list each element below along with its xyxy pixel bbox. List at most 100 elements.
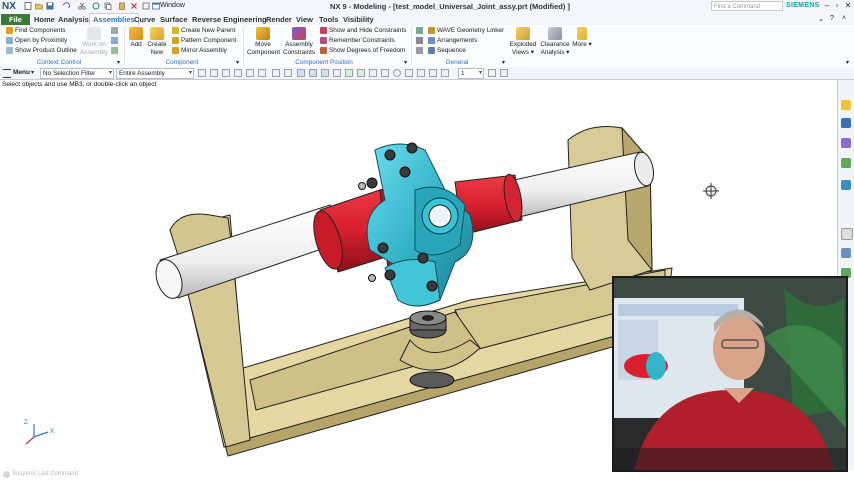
settings-icon[interactable] (111, 47, 118, 54)
selection-scope-dropdown[interactable]: Entire Assembly (116, 68, 194, 79)
spider-cross[interactable] (366, 143, 474, 307)
base-plate[interactable] (219, 267, 673, 457)
undo-icon[interactable] (62, 2, 70, 10)
touch-mode-icon[interactable] (142, 2, 150, 10)
snap-icon[interactable] (333, 69, 341, 77)
create-new-parent-button[interactable]: Create New Parent (172, 26, 235, 35)
cut-icon[interactable] (78, 2, 86, 10)
select-faces-icon[interactable] (297, 69, 305, 77)
show-hide-constraints-button[interactable]: Show and Hide Constraints (320, 26, 406, 35)
repeat-command-icon[interactable] (92, 2, 100, 10)
copy-icon[interactable] (104, 2, 112, 10)
constraint-navigator-icon[interactable] (841, 118, 851, 128)
select-icon[interactable] (111, 27, 118, 34)
delete-icon[interactable] (130, 2, 138, 10)
selection-filter-dropdown[interactable]: No Selection Filter (40, 68, 114, 79)
general-icon[interactable] (416, 27, 423, 34)
select-bodies-icon[interactable] (309, 69, 317, 77)
ribbon-expand-icon[interactable]: ▾ (846, 59, 849, 66)
snap-icon[interactable] (272, 69, 280, 77)
assembly-navigator-icon[interactable] (841, 100, 851, 110)
tab-render[interactable]: Render (263, 14, 295, 25)
assembly-constraints-button[interactable]: Assembly Constraints (282, 27, 316, 56)
window-menu[interactable]: Window (160, 2, 185, 9)
snap-icon[interactable] (246, 69, 254, 77)
view-icon[interactable] (111, 37, 118, 44)
ribbon-minimize-icon[interactable]: ˄ (842, 15, 846, 22)
group-expand-icon[interactable]: ▾ (404, 59, 407, 66)
tab-analysis[interactable]: Analysis (55, 14, 92, 25)
more-button[interactable]: More ▾ (572, 27, 592, 49)
ribbon-options-icon[interactable]: ⌄ (818, 15, 824, 23)
web-browser-icon[interactable] (841, 180, 851, 190)
mirror-assembly-button[interactable]: Mirror Assembly (172, 46, 227, 55)
menu-dropdown-icon[interactable]: ▾ (31, 69, 34, 76)
clearance-analysis-button[interactable]: Clearance Analysis ▾ (539, 27, 571, 56)
snap-icon[interactable] (222, 69, 230, 77)
system-materials-icon[interactable] (841, 248, 851, 258)
tab-home[interactable]: Home (31, 14, 58, 25)
work-on-assembly-button[interactable]: Work on Assembly (80, 27, 108, 56)
add-component-button[interactable]: Add (127, 27, 145, 49)
tab-file[interactable]: File (1, 14, 30, 25)
tab-view[interactable]: View (293, 14, 316, 25)
layer-dropdown[interactable]: 1 (458, 68, 484, 79)
open-folder-icon[interactable] (35, 2, 43, 10)
snap-icon[interactable] (405, 69, 413, 77)
create-new-icon (150, 27, 164, 40)
pattern-component-button[interactable]: Pattern Component (172, 36, 236, 45)
snap-icon[interactable] (234, 69, 242, 77)
restore-button[interactable]: ▫ (832, 1, 842, 11)
tab-curve[interactable]: Curve (131, 14, 158, 25)
move-component-button[interactable]: Move Component (247, 27, 280, 56)
find-command-input[interactable]: Find a Command (711, 1, 783, 11)
snap-icon[interactable] (500, 69, 508, 77)
tab-surface[interactable]: Surface (157, 14, 191, 25)
show-product-outline-button[interactable]: Show Product Outline (6, 46, 77, 55)
suspend-icon[interactable] (3, 471, 10, 478)
new-file-icon[interactable] (24, 2, 32, 10)
snap-icon[interactable] (488, 69, 496, 77)
tab-reverse-engineering[interactable]: Reverse Engineering (189, 14, 270, 25)
exploded-views-button[interactable]: Exploded Views ▾ (508, 27, 538, 56)
remember-constraints-button[interactable]: Remember Constraints (320, 36, 395, 45)
menu-button[interactable]: Menu (13, 69, 30, 76)
line-snap-icon[interactable] (345, 69, 353, 77)
save-icon[interactable] (46, 2, 54, 10)
more-icon (577, 27, 587, 40)
reuse-library-icon[interactable] (841, 158, 851, 168)
show-degrees-of-freedom-button[interactable]: Show Degrees of Freedom (320, 46, 405, 55)
open-by-proximity-button[interactable]: Open by Proximity (6, 36, 67, 45)
close-button[interactable]: ✕ (843, 1, 853, 11)
arrangements-button[interactable]: Arrangements (428, 36, 477, 45)
snap-icon[interactable] (258, 69, 266, 77)
snap-icon[interactable] (198, 69, 206, 77)
general-icon[interactable] (416, 37, 423, 44)
group-expand-icon[interactable]: ▾ (502, 59, 505, 66)
snap-icon[interactable] (210, 69, 218, 77)
minimize-button[interactable]: – (822, 1, 832, 11)
snap-icon[interactable] (417, 69, 425, 77)
snap-icon[interactable] (284, 69, 292, 77)
create-new-button[interactable]: Create New (146, 27, 168, 56)
tab-visibility[interactable]: Visibility (340, 14, 377, 25)
sequence-button[interactable]: Sequence (428, 46, 466, 55)
snap-icon[interactable] (381, 69, 389, 77)
help-icon[interactable]: ? (830, 15, 834, 22)
center-point-icon[interactable] (393, 69, 401, 77)
paste-icon[interactable] (118, 2, 126, 10)
general-icon[interactable] (416, 47, 423, 54)
snap-icon[interactable] (429, 69, 437, 77)
select-components-icon[interactable] (321, 69, 329, 77)
snap-icon[interactable] (441, 69, 449, 77)
history-icon[interactable] (841, 228, 853, 240)
right-support[interactable] (567, 126, 653, 291)
wave-geometry-linker-button[interactable]: WAVE Geometry Linker (428, 26, 504, 35)
line-snap-icon[interactable] (357, 69, 365, 77)
tab-tools[interactable]: Tools (316, 14, 341, 25)
snap-icon[interactable] (369, 69, 377, 77)
group-expand-icon[interactable]: ▾ (117, 59, 120, 66)
find-components-button[interactable]: Find Components (6, 26, 65, 35)
group-expand-icon[interactable]: ▾ (236, 59, 239, 66)
part-navigator-icon[interactable] (841, 138, 851, 148)
